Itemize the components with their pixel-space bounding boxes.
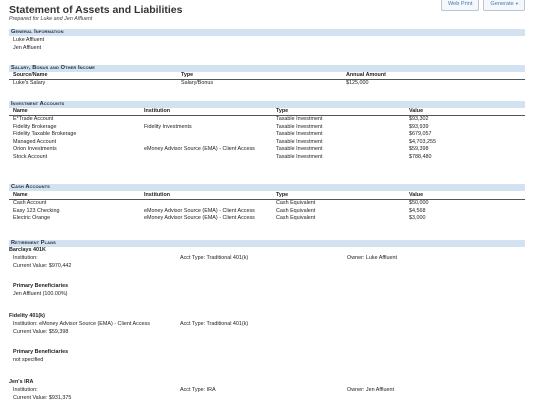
plan-name: Barclays 401K xyxy=(9,247,46,253)
plan-owner: Owner: Luke Affluent xyxy=(347,255,397,261)
column-header: Source/Name xyxy=(13,72,48,78)
table-cell: Orion Investments xyxy=(13,146,57,152)
table-cell: Salary/Bonus xyxy=(181,80,214,86)
person-name: Jen Affluent xyxy=(13,45,42,51)
column-header: Name xyxy=(13,192,28,198)
beneficiaries-value: not specified xyxy=(13,357,44,363)
plan-current-value: Current Value: $59,398 xyxy=(13,329,69,335)
table-row: Luke's Salary Salary/Bonus $125,000 xyxy=(9,80,525,87)
table-row: Electric Orange eMoney Advisor Source (EM… xyxy=(9,215,525,222)
section-retirement-plans: Retirement Plans xyxy=(9,240,525,247)
column-header: Name xyxy=(13,108,28,114)
page-subtitle: Prepared for Luke and Jen Affluent xyxy=(9,16,93,22)
column-header: Type xyxy=(276,192,289,198)
table-cell: $4,703,255 xyxy=(409,138,436,145)
table-cell: $93,939 xyxy=(409,123,429,130)
table-row: E*Trade Account Taxable Investment $93,302 xyxy=(9,116,525,123)
beneficiaries-label: Primary Beneficiaries xyxy=(13,283,69,289)
table-cell: $788,480 xyxy=(409,153,432,160)
table-cell: Fidelity Taxable Brokerage xyxy=(13,131,77,137)
table-row: Cash Account Cash Equivalent $50,000 xyxy=(9,200,525,207)
table-cell: Cash Equivalent xyxy=(276,200,316,206)
plan-name: Jen's IRA xyxy=(9,379,34,385)
plan-acct-type: Acct Type: IRA xyxy=(180,387,216,393)
list-item: Luke Affluent xyxy=(9,37,525,44)
list-item: Jen Affluent xyxy=(9,45,525,52)
generate-button-label: Generate xyxy=(490,1,514,7)
table-cell: Fidelity Brokerage xyxy=(13,123,57,130)
column-header: Institution xyxy=(144,108,171,114)
column-header: Annual Amount xyxy=(346,72,386,78)
table-cell: $4,568 xyxy=(409,207,426,214)
table-cell: $125,000 xyxy=(346,80,369,86)
generate-button[interactable]: Generate ▾ xyxy=(483,0,525,11)
section-general-information: General Information xyxy=(9,29,525,36)
table-cell: $679,057 xyxy=(409,131,432,137)
plan-current-value: Current Value: $970,442 xyxy=(13,263,72,269)
table-cell: Taxable Investment xyxy=(276,146,323,152)
person-name: Luke Affluent xyxy=(13,37,45,43)
table-cell: Managed Account xyxy=(13,138,57,145)
table-header: Name Institution Type Value xyxy=(9,108,525,116)
table-cell: Taxable Investment xyxy=(276,138,323,145)
table-row: Orion Investments eMoney Advisor Source (… xyxy=(9,146,525,153)
table-cell: Cash Equivalent xyxy=(276,207,316,214)
section-cash-accounts: Cash Accounts xyxy=(9,184,525,191)
table-cell: Cash Account xyxy=(13,200,47,206)
table-header: Name Institution Type Value xyxy=(9,192,525,200)
table-row: Easy 123 Checking eMoney Advisor Source (… xyxy=(9,208,525,215)
table-cell: $59,398 xyxy=(409,146,429,152)
page-title: Statement of Assets and Liabilities xyxy=(9,4,183,16)
table-cell: Taxable Investment xyxy=(276,131,323,137)
column-header: Value xyxy=(409,108,424,114)
table-cell: $93,302 xyxy=(409,116,429,122)
table-row: Fidelity Brokerage Fidelity Investments Ta… xyxy=(9,124,525,131)
table-header: Source/Name Type Annual Amount xyxy=(9,72,525,80)
plan-acct-type: Acct Type: Traditional 401(k) xyxy=(180,255,249,261)
chevron-down-icon: ▾ xyxy=(515,1,518,6)
plan-current-value: Current Value: $931,375 xyxy=(13,395,72,401)
plan-institution: Institution: xyxy=(13,387,38,393)
plan-acct-type: Acct Type: Traditional 401(k) xyxy=(180,321,249,327)
table-cell: E*Trade Account xyxy=(13,116,54,122)
column-header: Institution xyxy=(144,192,171,198)
table-row: Stock Account Taxable Investment $788,480 xyxy=(9,154,525,161)
table-cell: $3,000 xyxy=(409,215,426,221)
column-header: Type xyxy=(181,72,194,78)
table-cell: eMoney Advisor Source (EMA) - Client Acc… xyxy=(144,146,255,152)
table-cell: Taxable Investment xyxy=(276,153,323,160)
table-cell: Luke's Salary xyxy=(13,80,46,86)
table-cell: eMoney Advisor Source (EMA) - Client Acc… xyxy=(144,207,255,214)
web-print-button[interactable]: Web Print xyxy=(440,0,480,11)
table-cell: $50,000 xyxy=(409,200,429,206)
table-row: Fidelity Taxable Brokerage Taxable Invest… xyxy=(9,131,525,138)
plan-name: Fidelity 401(k) xyxy=(9,313,45,319)
toolbar: Web Print Generate ▾ xyxy=(440,0,525,11)
table-cell: Electric Orange xyxy=(13,215,51,221)
column-header: Type xyxy=(276,108,289,114)
plan-institution: Institution: xyxy=(13,255,38,261)
beneficiaries-value: Jen Affluent (100.00%) xyxy=(13,291,68,297)
table-cell: Easy 123 Checking xyxy=(13,207,60,214)
plan-institution: Institution: eMoney Advisor Source (EMA)… xyxy=(13,321,150,327)
plan-owner: Owner: Jen Affluent xyxy=(347,387,394,393)
section-salary: Salary, Bonus and Other Income xyxy=(9,65,525,72)
section-investment-accounts: Investment Accounts xyxy=(9,101,525,108)
column-header: Value xyxy=(409,192,424,198)
table-cell: Fidelity Investments xyxy=(144,123,192,130)
table-cell: Taxable Investment xyxy=(276,116,323,122)
table-cell: Cash Equivalent xyxy=(276,215,316,221)
beneficiaries-label: Primary Beneficiaries xyxy=(13,349,69,355)
table-cell: eMoney Advisor Source (EMA) - Client Acc… xyxy=(144,215,255,221)
table-row: Managed Account Taxable Investment $4,703,… xyxy=(9,139,525,146)
table-cell: Stock Account xyxy=(13,153,48,160)
table-cell: Taxable Investment xyxy=(276,123,323,130)
